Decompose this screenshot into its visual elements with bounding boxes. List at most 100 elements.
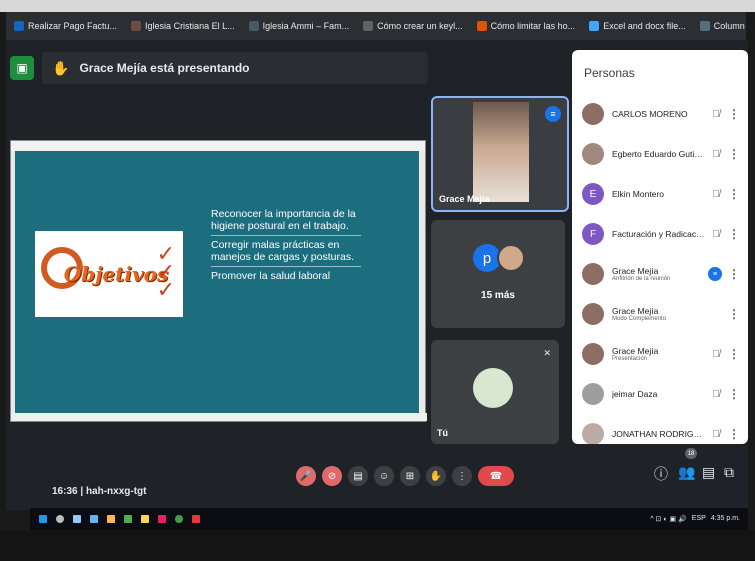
emoji-button[interactable]: ☺ bbox=[374, 466, 394, 486]
folder-icon[interactable] bbox=[141, 515, 149, 523]
participant-menu-button[interactable]: ⋮ bbox=[728, 347, 740, 361]
presenting-text: Grace Mejía está presentando bbox=[79, 61, 250, 75]
slide-bullet: Reconocer la importancia de la higiene p… bbox=[211, 205, 361, 236]
mic-button[interactable]: 🎤 bbox=[296, 466, 316, 486]
participant-menu-button[interactable]: ⋮ bbox=[728, 387, 740, 401]
participant-info: Grace Mejía Modo Complemento bbox=[612, 306, 706, 322]
avatar bbox=[582, 383, 604, 405]
mic-off-icon[interactable]: 🎙̸ bbox=[713, 389, 721, 400]
taskview-icon[interactable] bbox=[73, 515, 81, 523]
participant-row[interactable]: Grace Mejía Anfitrión de la reunión ≡ ⋮ bbox=[572, 254, 748, 294]
bookmark-label: Iglesia Cristiana El L... bbox=[145, 21, 235, 31]
participant-menu-button[interactable]: ⋮ bbox=[728, 267, 740, 281]
app-icon[interactable] bbox=[90, 515, 98, 523]
bookmark-favicon-icon bbox=[14, 21, 24, 31]
tray-icons: ^ ⊡ ◐ ▣ 🔊 bbox=[650, 516, 687, 523]
bookmark-label: Excel and docx file... bbox=[603, 21, 686, 31]
participant-info: Facturación y Radicación... bbox=[612, 229, 706, 239]
avatar: E bbox=[582, 183, 604, 205]
info-icon[interactable]: ⓘ bbox=[654, 464, 668, 484]
meeting-info: 16:36 | hah-nxxg-tgt bbox=[52, 486, 146, 497]
bookmark-favicon-icon bbox=[699, 21, 710, 31]
participant-menu-button[interactable]: ⋮ bbox=[728, 107, 740, 121]
self-tile[interactable]: ✕ Tú bbox=[431, 340, 559, 444]
bookmark-item[interactable]: Cómo crear un keyl... bbox=[363, 21, 463, 31]
participant-row[interactable]: CARLOS MORENO 🎙̸ ⋮ bbox=[572, 94, 748, 134]
bookmark-favicon-icon bbox=[589, 21, 600, 31]
mic-off-icon[interactable]: 🎙̸ bbox=[713, 189, 721, 200]
bookmark-item[interactable]: Excel and docx file... bbox=[589, 21, 686, 31]
activities-icon[interactable]: ⧉ bbox=[724, 464, 734, 481]
participant-name: Facturación y Radicación... bbox=[612, 229, 706, 239]
bookmark-item[interactable]: Iglesia Cristiana El L... bbox=[131, 21, 235, 31]
bookmarks-bar: Realizar Pago Factu... Iglesia Cristiana … bbox=[6, 12, 746, 40]
participant-menu-button[interactable]: ⋮ bbox=[728, 427, 740, 441]
grace-video bbox=[473, 102, 529, 202]
participant-row[interactable]: Egberto Eduardo Gutiérr... 🎙̸ ⋮ bbox=[572, 134, 748, 174]
captions-button[interactable]: ▤ bbox=[348, 466, 368, 486]
bookmark-item[interactable]: Cómo limitar las ho... bbox=[476, 21, 576, 31]
meeting-code: hah-nxxg-tgt bbox=[85, 486, 147, 497]
end-call-button[interactable]: ☎ bbox=[478, 466, 514, 486]
search-icon[interactable] bbox=[56, 515, 64, 523]
mic-off-icon[interactable]: 🎙̸ bbox=[713, 109, 721, 120]
participant-menu-button[interactable]: ⋮ bbox=[728, 307, 740, 321]
raise-hand-button[interactable]: ✋ bbox=[426, 466, 446, 486]
app-icon[interactable] bbox=[192, 515, 200, 523]
speaking-icon: ≡ bbox=[545, 106, 561, 122]
slide-bullet: Corregir malas prácticas en manejos de c… bbox=[211, 236, 361, 267]
participant-tile-grace[interactable]: ≡ Grace Mejía bbox=[431, 96, 569, 212]
presentation-titlebar bbox=[11, 141, 425, 151]
monitor-top-bezel bbox=[0, 0, 755, 12]
avatar bbox=[582, 343, 604, 365]
start-icon[interactable] bbox=[39, 515, 47, 523]
participant-info: Elkin Montero bbox=[612, 189, 706, 199]
participant-role: Anfitrión de la reunión bbox=[612, 276, 671, 282]
camera-button[interactable]: ⊘ bbox=[322, 466, 342, 486]
taskbar-clock: 4:35 p.m. bbox=[710, 515, 740, 522]
mic-off-icon[interactable]: 🎙̸ bbox=[713, 349, 721, 360]
more-options-button[interactable]: ⋮ bbox=[452, 466, 472, 486]
participant-row[interactable]: E Elkin Montero 🎙̸ ⋮ bbox=[572, 174, 748, 214]
speaking-icon: ≡ bbox=[708, 267, 722, 281]
checkmarks-icon: ✓ ✓ ✓ bbox=[156, 241, 175, 302]
participant-menu-button[interactable]: ⋮ bbox=[728, 147, 740, 161]
chat-icon[interactable]: ▤ bbox=[702, 464, 715, 481]
bookmark-item[interactable]: Realizar Pago Factu... bbox=[14, 21, 117, 31]
participant-menu-button[interactable]: ⋮ bbox=[728, 187, 740, 201]
app-icon[interactable] bbox=[107, 515, 115, 523]
bookmark-label: Cómo crear un keyl... bbox=[377, 21, 463, 31]
tile-name: Tú bbox=[437, 428, 448, 438]
participant-name: Grace Mejía bbox=[612, 306, 659, 316]
present-button[interactable]: ⊞ bbox=[400, 466, 420, 486]
avatar: F bbox=[582, 223, 604, 245]
bookmark-favicon-icon bbox=[248, 21, 259, 31]
bookmark-item[interactable]: Iglesia Ammi – Fam... bbox=[248, 21, 349, 31]
bookmark-label: Cómo limitar las ho... bbox=[490, 21, 576, 31]
participant-row[interactable]: F Facturación y Radicación... 🎙̸ ⋮ bbox=[572, 214, 748, 254]
mic-off-icon[interactable]: 🎙̸ bbox=[713, 229, 721, 240]
participant-name: JONATHAN RODRIGUEZ bbox=[612, 429, 706, 439]
participant-row[interactable]: JONATHAN RODRIGUEZ 🎙̸ ⋮ bbox=[572, 414, 748, 444]
app-icon[interactable] bbox=[124, 515, 132, 523]
people-icon[interactable]: 👥 bbox=[678, 464, 695, 481]
slide-bullets: Reconocer la importancia de la higiene p… bbox=[211, 205, 361, 285]
meet-window: ▣ ✋ Grace Mejía está presentando Objetiv… bbox=[6, 40, 748, 510]
participant-row[interactable]: Grace Mejía Modo Complemento ⋮ bbox=[572, 294, 748, 334]
avatar bbox=[497, 244, 525, 272]
participant-row[interactable]: jeimar Daza 🎙̸ ⋮ bbox=[572, 374, 748, 414]
mic-off-icon[interactable]: 🎙̸ bbox=[713, 149, 721, 160]
app-icon[interactable] bbox=[158, 515, 166, 523]
chrome-icon[interactable] bbox=[175, 515, 183, 523]
mic-off-icon[interactable]: 🎙̸ bbox=[713, 429, 721, 440]
people-panel: Personas CARLOS MORENO 🎙̸ ⋮ Egberto Eduardo… bbox=[572, 50, 748, 444]
more-count: 15 más bbox=[481, 290, 515, 301]
participant-name: jeimar Daza bbox=[612, 389, 658, 399]
bookmark-item[interactable]: Column Chart - Inf... bbox=[699, 21, 746, 31]
bottom-bar: 16:36 | hah-nxxg-tgt 🎤 ⊘ ▤ ☺ ⊞ ✋ ⋮ ☎ ⓘ 1… bbox=[6, 444, 748, 510]
more-participants-tile[interactable]: p 15 más bbox=[431, 220, 565, 328]
participant-name: Grace Mejía bbox=[612, 346, 659, 356]
participant-info: Grace Mejía Anfitrión de la reunión bbox=[612, 266, 706, 282]
participant-row[interactable]: Grace Mejía Presentación 🎙̸ ⋮ bbox=[572, 334, 748, 374]
participant-menu-button[interactable]: ⋮ bbox=[728, 227, 740, 241]
